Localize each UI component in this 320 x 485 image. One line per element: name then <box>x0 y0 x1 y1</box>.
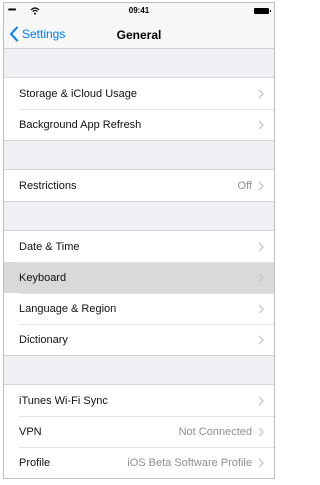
row-label: Background App Refresh <box>19 118 142 131</box>
chevron-right-icon <box>258 304 264 313</box>
row-label: iTunes Wi-Fi Sync <box>19 394 108 407</box>
settings-row-itunes-wi-fi-sync[interactable]: iTunes Wi-Fi Sync <box>4 385 274 416</box>
chevron-right-icon <box>258 89 264 98</box>
settings-group: Storage & iCloud Usage Background App Ref… <box>4 77 274 141</box>
status-time: 09:41 <box>128 6 150 15</box>
row-label: Restrictions <box>19 179 77 192</box>
settings-row-background-app-refresh[interactable]: Background App Refresh <box>4 109 274 140</box>
settings-row-vpn[interactable]: VPN Not Connected <box>4 416 274 447</box>
chevron-right-icon <box>258 335 264 344</box>
chevron-right-icon <box>258 427 264 436</box>
settings-row-dictionary[interactable]: Dictionary <box>4 324 274 355</box>
chevron-right-icon <box>258 273 264 282</box>
row-value: Off <box>237 179 252 192</box>
settings-list: Storage & iCloud Usage Background App Ref… <box>4 49 274 478</box>
settings-row-language-and-region[interactable]: Language & Region <box>4 293 274 324</box>
row-label: Dictionary <box>19 333 68 346</box>
battery-icon <box>254 8 271 14</box>
chevron-right-icon <box>258 242 264 251</box>
row-label: Language & Region <box>19 302 117 315</box>
settings-row-storage-and-icloud-usage[interactable]: Storage & iCloud Usage <box>4 78 274 109</box>
row-label: Date & Time <box>19 240 80 253</box>
chevron-right-icon <box>258 181 264 190</box>
settings-row-date-and-time[interactable]: Date & Time <box>4 231 274 262</box>
chevron-right-icon <box>258 458 264 467</box>
settings-group: Restrictions Off <box>4 169 274 202</box>
row-label: Keyboard <box>19 271 67 284</box>
phone-screen: ••••• 09:41 Settings General Storage & i… <box>3 2 275 479</box>
settings-row-profile[interactable]: Profile iOS Beta Software Profile <box>4 447 274 478</box>
row-value: iOS Beta Software Profile <box>127 456 252 469</box>
row-label: VPN <box>19 425 42 438</box>
settings-group: Date & Time Keyboard Language & Region Dict… <box>4 230 274 356</box>
row-label: Profile <box>19 456 51 469</box>
status-bar: ••••• 09:41 <box>4 3 274 19</box>
row-label: Storage & iCloud Usage <box>19 87 138 100</box>
settings-row-keyboard[interactable]: Keyboard <box>4 262 274 293</box>
chevron-right-icon <box>258 120 264 129</box>
page-title: General <box>116 28 162 42</box>
settings-group: iTunes Wi-Fi Sync VPN Not Connected Profile… <box>4 384 274 478</box>
settings-row-restrictions[interactable]: Restrictions Off <box>4 170 274 201</box>
chevron-right-icon <box>258 396 264 405</box>
row-value: Not Connected <box>178 425 252 438</box>
navigation-bar: Settings General <box>4 19 274 49</box>
